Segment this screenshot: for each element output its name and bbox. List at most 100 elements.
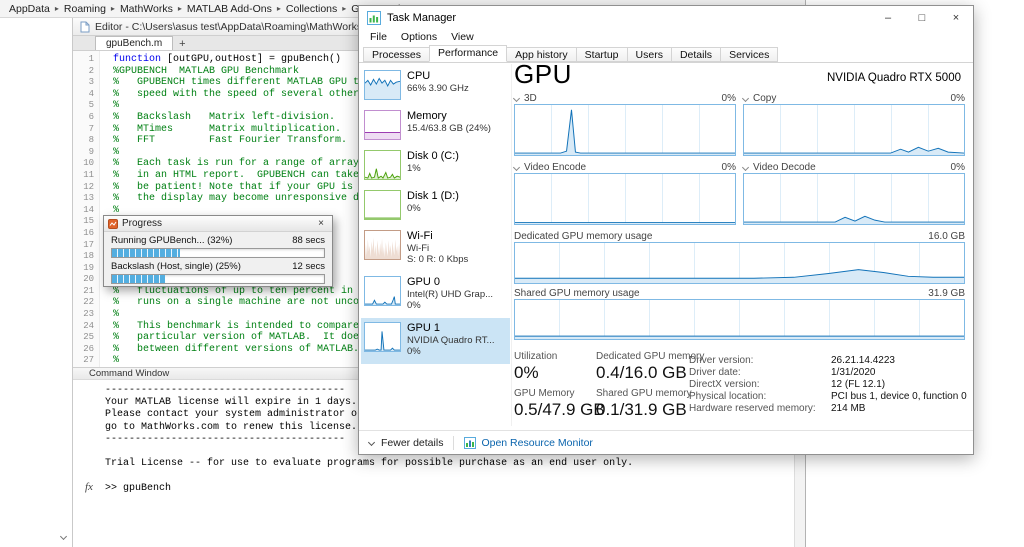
matlab-left-panel xyxy=(0,18,73,547)
menu-item[interactable]: View xyxy=(444,30,481,46)
sidebar-item-cpu[interactable]: CPU 66% 3.90 GHz xyxy=(361,66,510,106)
tab-gpubench[interactable]: gpuBench.m xyxy=(95,36,173,50)
progress-bar xyxy=(111,274,325,284)
progress-dialog: Progress × Running GPUBench... (32%) 88 … xyxy=(103,215,333,287)
disk1-sparkline-icon xyxy=(364,190,401,220)
collapse-icon[interactable] xyxy=(513,95,520,102)
desktop: AppData ▸ Roaming ▸ MathWorks ▸ MATLAB A… xyxy=(0,0,1024,547)
code-comment: % xyxy=(100,355,119,367)
sidebar-item-disk1[interactable]: Disk 1 (D:) 0% xyxy=(361,186,510,226)
sidebar-item-gpu0[interactable]: GPU 0 Intel(R) UHD Grap... 0% xyxy=(361,272,510,318)
task-manager-menubar: File Options View xyxy=(359,30,973,46)
chart-value: 0% xyxy=(722,162,736,173)
keyword: function xyxy=(113,54,161,65)
code-comment: % fluctuations of up to ten percent in t xyxy=(100,286,365,298)
progress-dialog-icon xyxy=(108,219,118,229)
detail-row: DirectX version: 12 (FL 12.1) xyxy=(689,379,967,391)
chart-header-copy: Copy 0% xyxy=(743,93,965,104)
detail-row: Driver version: 26.21.14.4223 xyxy=(689,355,967,367)
code-comment: % between different versions of MATLAB. xyxy=(100,344,359,356)
task-manager-tab[interactable]: Details xyxy=(671,47,721,62)
collapse-icon[interactable] xyxy=(742,95,749,102)
task-manager-tab[interactable]: Services xyxy=(720,47,778,62)
chart-value: 0% xyxy=(951,93,965,104)
collapse-icon[interactable] xyxy=(742,164,749,171)
code-comment: % FFT Fast Fourier Transform. xyxy=(100,135,347,147)
gpu-device-name: NVIDIA Quadro RTX 5000 xyxy=(827,72,961,84)
stat-shared-memory: Shared GPU memory 0.1/31.9 GB xyxy=(596,388,692,420)
fewer-details-button[interactable]: Fewer details xyxy=(369,437,443,449)
fx-badge: fx xyxy=(85,481,93,493)
window-title: Task Manager xyxy=(387,12,456,24)
breadcrumb-separator-icon: ▸ xyxy=(273,4,285,13)
sidebar-item-wifi[interactable]: Wi-Fi Wi-Fi S: 0 R: 0 Kbps xyxy=(361,226,510,272)
breadcrumb-separator-icon: ▸ xyxy=(51,4,63,13)
progress-task-time: 88 secs xyxy=(292,235,325,247)
progress-dialog-title: Progress xyxy=(122,218,162,229)
detail-row: Driver date: 1/31/2020 xyxy=(689,367,967,379)
code-comment: % Each task is run for a range of array xyxy=(100,158,359,170)
chart-3d xyxy=(514,104,736,156)
command-window-line xyxy=(105,470,794,482)
document-icon xyxy=(80,21,90,33)
sidebar-item-gpu1[interactable]: GPU 1 NVIDIA Quadro RT... 0% xyxy=(361,318,510,364)
progress-bar-fill xyxy=(112,275,165,283)
wifi-sparkline-icon xyxy=(364,230,401,260)
new-tab-button[interactable]: + xyxy=(173,38,191,50)
menu-item[interactable]: Options xyxy=(394,30,444,46)
breadcrumb-item[interactable]: MATLAB Add-Ons xyxy=(186,3,273,15)
breadcrumb-separator-icon: ▸ xyxy=(338,4,350,13)
code-comment: %GPUBENCH MATLAB GPU Benchmark xyxy=(100,66,299,78)
breadcrumb-item[interactable]: MathWorks xyxy=(119,3,174,15)
task-manager-icon xyxy=(367,11,381,25)
sidebar-item-disk0[interactable]: Disk 0 (C:) 1% xyxy=(361,146,510,186)
progress-dialog-titlebar[interactable]: Progress × xyxy=(104,216,332,232)
progress-task-time: 12 secs xyxy=(292,261,325,273)
breadcrumb-item[interactable]: AppData xyxy=(8,3,51,15)
code-comment: % GPUBENCH times different MATLAB GPU ta xyxy=(100,77,365,89)
code-comment: % in an HTML report. GPUBENCH can take xyxy=(100,170,359,182)
chart-shared-memory xyxy=(514,299,965,340)
scroll-down-icon[interactable] xyxy=(60,533,67,540)
task-manager-tab[interactable]: Startup xyxy=(576,47,628,62)
maximize-button[interactable]: □ xyxy=(905,6,939,30)
chart-max: 16.0 GB xyxy=(928,231,965,242)
open-resource-monitor-link[interactable]: Open Resource Monitor xyxy=(464,437,592,449)
cpu-sparkline-icon xyxy=(364,70,401,100)
code-comment: % be patient! Note that if your GPU is a xyxy=(100,182,365,194)
disk0-sparkline-icon xyxy=(364,150,401,180)
detail-row: Hardware reserved memory: 214 MB xyxy=(689,403,967,415)
chart-video-decode xyxy=(743,173,965,225)
chart-copy xyxy=(743,104,965,156)
task-manager-tabbar: Processes Performance App history Startu… xyxy=(359,46,973,63)
code-comment: % xyxy=(100,147,119,159)
breadcrumb-item[interactable]: Roaming xyxy=(63,3,107,15)
memory-sparkline-icon xyxy=(364,110,401,140)
close-button[interactable]: × xyxy=(939,6,973,30)
chart-header-video-decode: Video Decode 0% xyxy=(743,162,965,173)
task-manager-tab[interactable]: Performance xyxy=(429,45,507,62)
task-manager-titlebar[interactable]: Task Manager – □ × xyxy=(359,6,973,30)
gpu1-sparkline-icon xyxy=(364,322,401,352)
task-manager-tab[interactable]: Processes xyxy=(363,47,430,62)
code-text: [outGPU,outHost] = gpuBench() xyxy=(161,54,341,65)
task-manager-tab[interactable]: Users xyxy=(627,47,672,62)
gpu-panel-title: GPU xyxy=(514,59,572,90)
close-icon[interactable]: × xyxy=(314,218,328,229)
code-comment: % runs on a single machine are not uncom xyxy=(100,297,365,309)
chevron-icon xyxy=(368,439,375,446)
chart-value: 0% xyxy=(722,93,736,104)
progress-task-label: Running GPUBench... (32%) xyxy=(111,235,232,247)
code-comment: % speed with the speed of several other xyxy=(100,89,359,101)
code-comment: % MTimes Matrix multiplication. xyxy=(100,124,341,136)
menu-item[interactable]: File xyxy=(363,30,394,46)
chart-max: 31.9 GB xyxy=(928,288,965,299)
task-manager-footer: Fewer details Open Resource Monitor xyxy=(359,430,973,454)
command-window-line: Trial License -- for use to evaluate pro… xyxy=(105,458,794,470)
sidebar-item-memory[interactable]: Memory 15.4/63.8 GB (24%) xyxy=(361,106,510,146)
breadcrumb-item[interactable]: Collections xyxy=(285,3,338,15)
minimize-button[interactable]: – xyxy=(871,6,905,30)
code-comment: % This benchmark is intended to compare xyxy=(100,321,359,333)
collapse-icon[interactable] xyxy=(513,164,520,171)
gpu0-sparkline-icon xyxy=(364,276,401,306)
